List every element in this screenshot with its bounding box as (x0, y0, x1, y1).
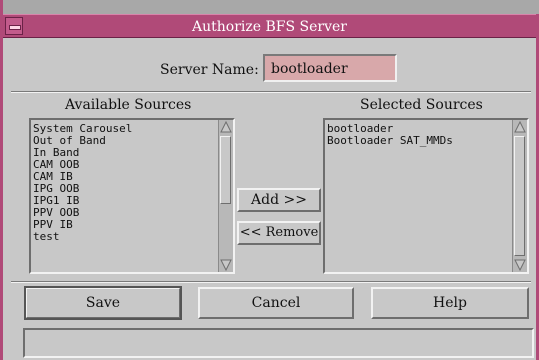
list-item[interactable]: test (33, 231, 132, 243)
server-name-label: Server Name: (160, 62, 259, 78)
window-title: Authorize BFS Server (192, 19, 347, 35)
window-top-strip (3, 0, 539, 14)
selected-sources-label: Selected Sources (360, 97, 483, 113)
scroll-down-arrow-icon[interactable] (219, 258, 233, 272)
save-button[interactable]: Save (24, 286, 182, 320)
selected-sources-items: bootloader Bootloader SAT_MMDs (327, 123, 453, 147)
selected-scroll-thumb[interactable] (514, 136, 525, 256)
selected-scrollbar[interactable] (512, 120, 527, 272)
separator (11, 281, 531, 283)
add-button[interactable]: Add >> (237, 188, 321, 212)
separator (11, 91, 531, 93)
title-bar[interactable]: Authorize BFS Server (3, 14, 536, 38)
available-sources-label: Available Sources (65, 97, 192, 113)
available-sources-list[interactable]: System Carousel Out of Band In Band CAM OOB… (29, 118, 235, 274)
available-sources-items: System Carousel Out of Band In Band CAM OOB… (33, 123, 132, 243)
available-scroll-thumb[interactable] (220, 136, 231, 204)
scroll-up-arrow-icon[interactable] (219, 120, 233, 134)
scroll-up-arrow-icon[interactable] (513, 120, 527, 134)
server-name-field[interactable]: bootloader (263, 54, 397, 82)
cancel-button[interactable]: Cancel (198, 287, 354, 319)
scroll-down-arrow-icon[interactable] (513, 258, 527, 272)
available-scrollbar[interactable] (218, 120, 233, 272)
list-item[interactable]: Bootloader SAT_MMDs (327, 135, 453, 147)
authorize-bfs-dialog: Authorize BFS Server Server Name: bootlo… (0, 0, 539, 360)
status-bar (23, 328, 534, 358)
help-button[interactable]: Help (371, 287, 529, 319)
remove-button[interactable]: << Remove (237, 221, 321, 245)
selected-sources-list[interactable]: bootloader Bootloader SAT_MMDs (323, 118, 529, 274)
